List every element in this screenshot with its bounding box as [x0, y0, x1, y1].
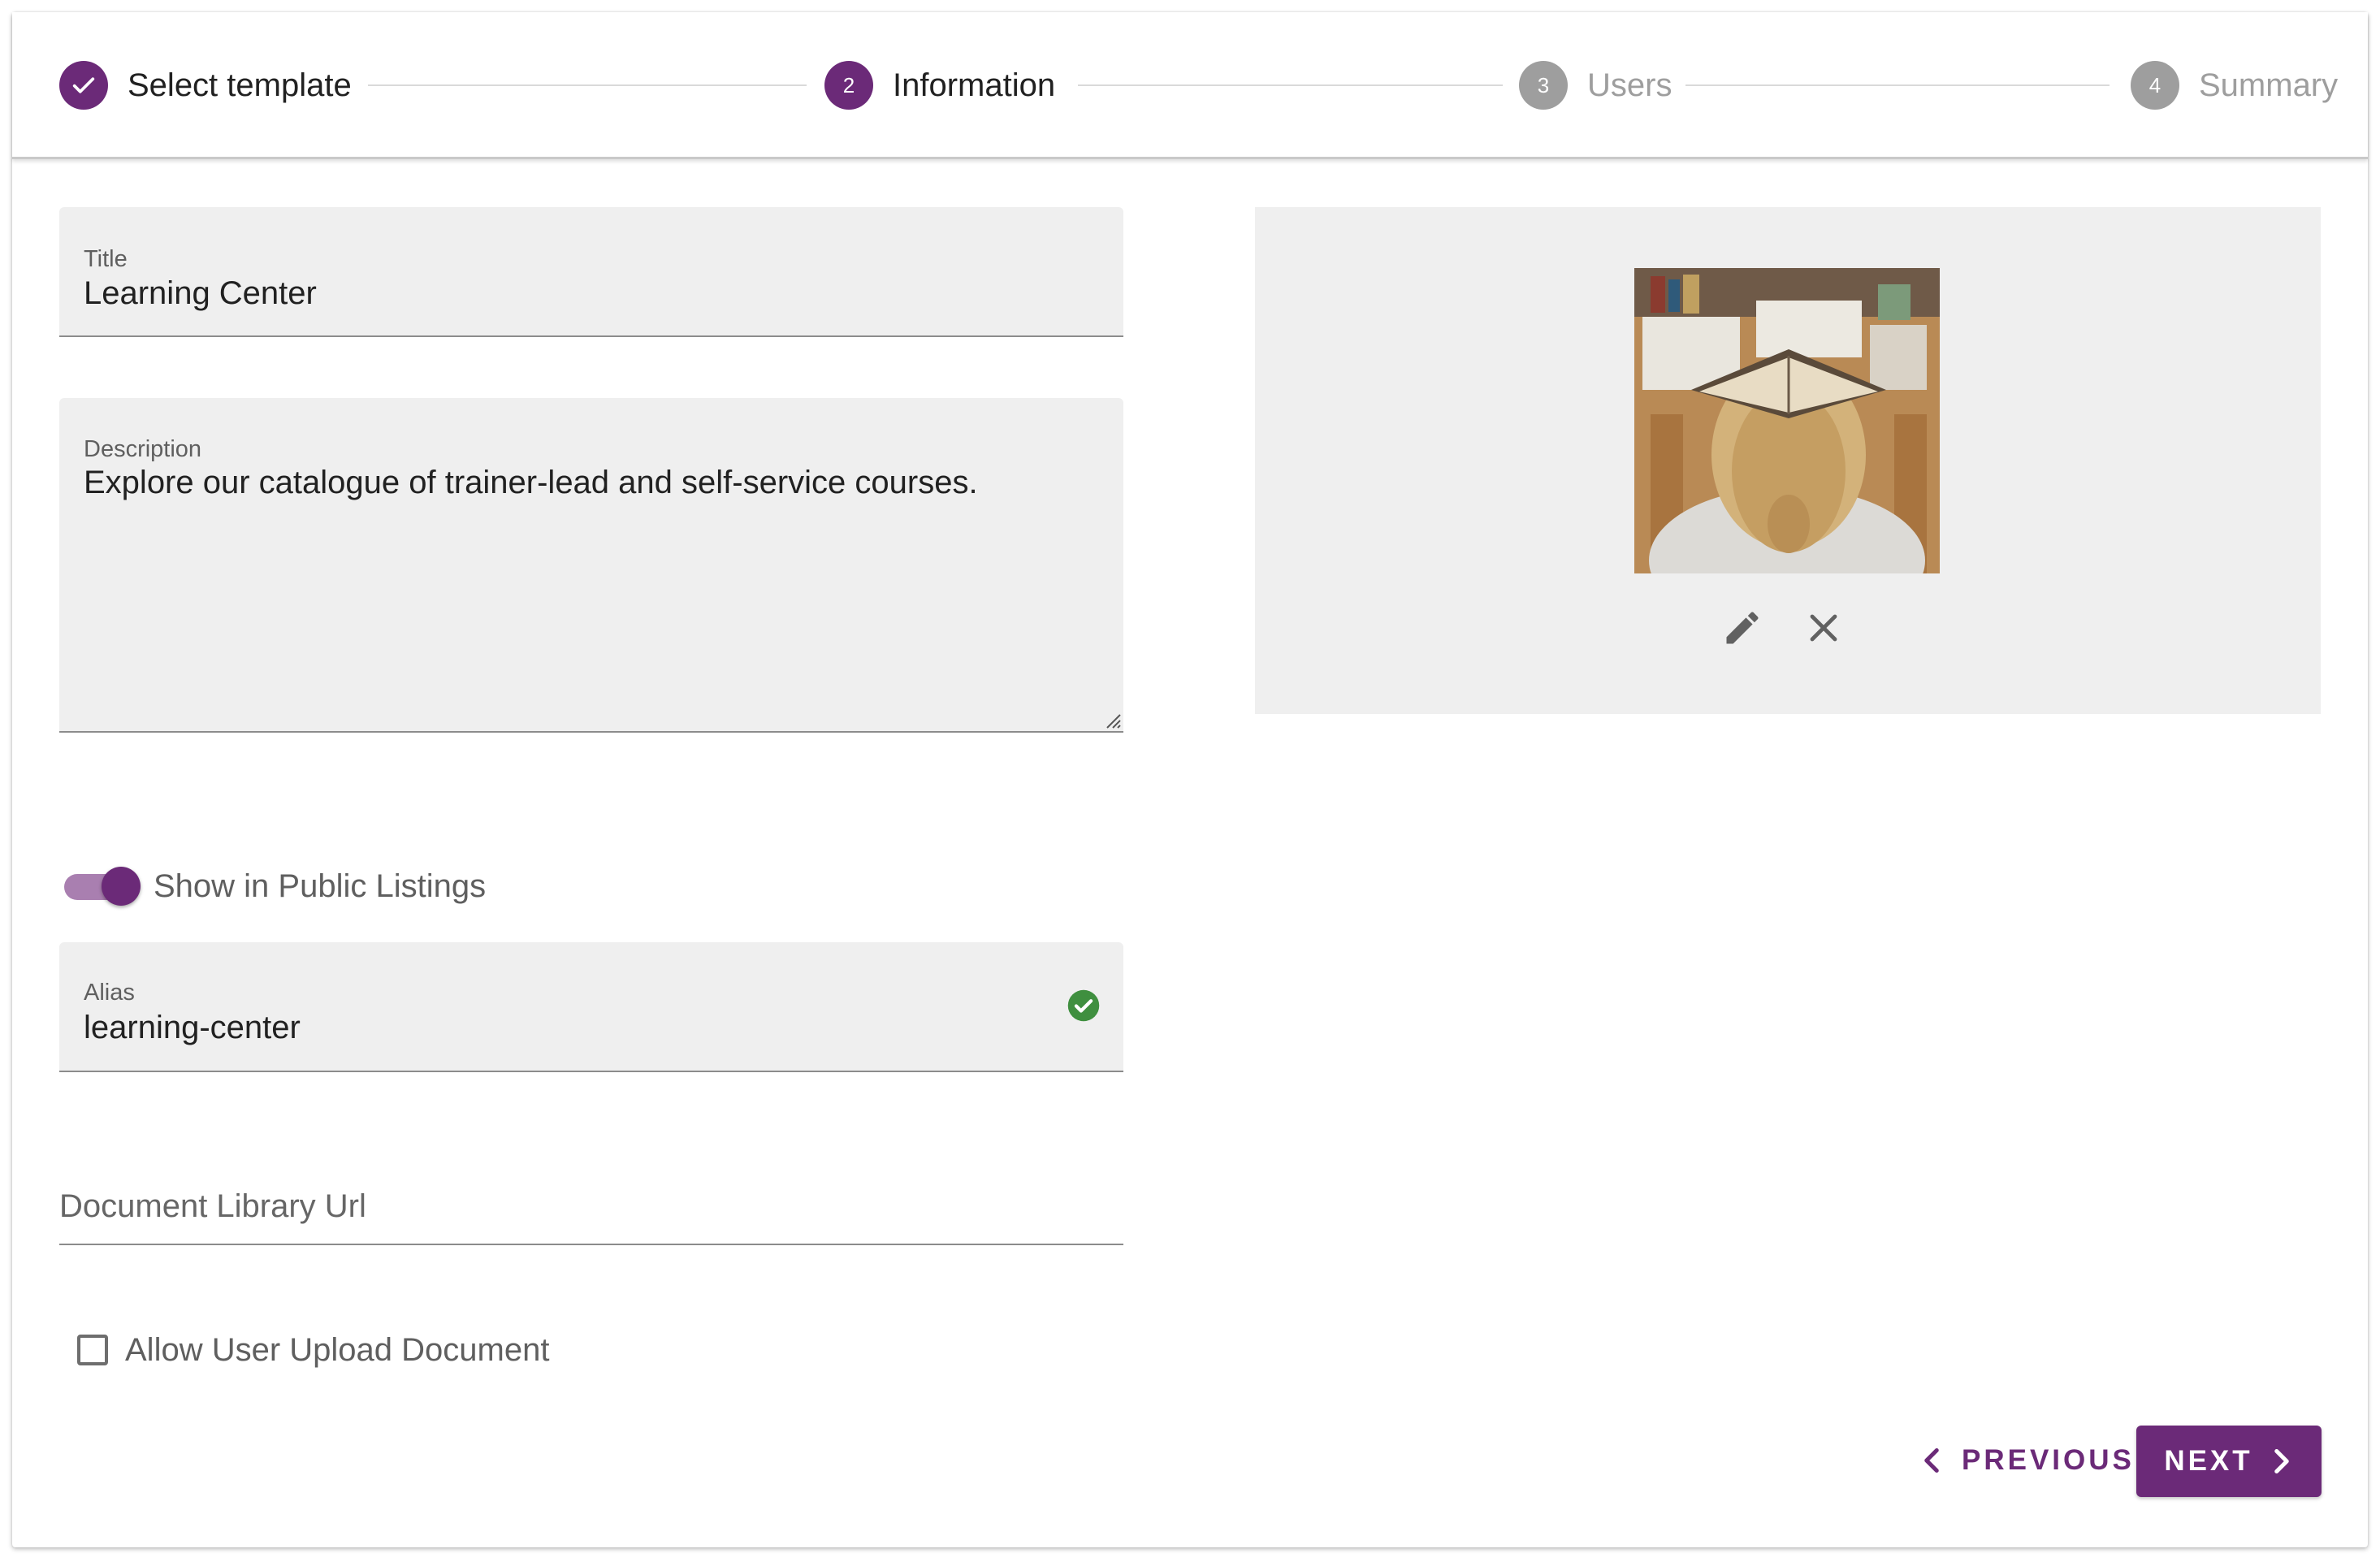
cover-image [1634, 268, 1940, 573]
next-label: NEXT [2164, 1445, 2253, 1477]
chevron-right-icon [2274, 1449, 2289, 1473]
remove-image-button[interactable] [1798, 602, 1850, 654]
description-field-label: Description [84, 436, 202, 462]
description-textarea[interactable]: Explore our catalogue of trainer-lead an… [84, 465, 978, 501]
step-connector [368, 84, 807, 86]
edit-image-button[interactable] [1716, 602, 1768, 654]
chevron-left-icon [1924, 1448, 1939, 1473]
title-input[interactable]: Learning Center [84, 275, 317, 312]
step-connector [1078, 84, 1503, 86]
step-label: Information [893, 67, 1056, 103]
step-information[interactable]: 2 Information [824, 61, 1055, 110]
step-connector [1685, 84, 2110, 86]
alias-field[interactable]: Alias learning-center [59, 942, 1123, 1072]
check-icon [59, 61, 108, 110]
public-listing-toggle[interactable] [61, 863, 145, 909]
resize-handle-icon[interactable] [1104, 712, 1122, 729]
close-icon [1810, 614, 1837, 642]
step-users[interactable]: 3 Users [1519, 61, 1672, 110]
toggle-thumb [102, 867, 141, 906]
description-field[interactable]: Description Explore our catalogue of tra… [59, 398, 1123, 733]
next-button[interactable]: NEXT [2136, 1426, 2322, 1497]
step-number-badge: 2 [824, 61, 873, 110]
step-label: Select template [128, 67, 352, 103]
previous-label: PREVIOUS [1962, 1444, 2135, 1476]
wizard-card: Select template 2 Information 3 Users 4 … [12, 12, 2368, 1547]
pencil-icon [1726, 612, 1759, 644]
title-field[interactable]: Title Learning Center [59, 207, 1123, 337]
step-number-badge: 3 [1519, 61, 1568, 110]
step-label: Summary [2199, 67, 2339, 103]
public-listing-label: Show in Public Listings [154, 868, 487, 904]
step-label: Users [1587, 67, 1672, 103]
allow-upload-label: Allow User Upload Document [125, 1332, 550, 1368]
alias-input[interactable]: learning-center [84, 1010, 301, 1046]
step-select-template[interactable]: Select template [59, 61, 352, 110]
document-library-url-field[interactable]: Document Library Url [59, 1174, 1123, 1245]
previous-button[interactable]: PREVIOUS [1905, 1426, 2149, 1495]
document-library-url-placeholder: Document Library Url [59, 1188, 366, 1224]
allow-upload-checkbox[interactable] [77, 1335, 108, 1365]
step-summary[interactable]: 4 Summary [2131, 61, 2338, 110]
title-field-label: Title [84, 246, 128, 272]
check-circle-icon [1067, 989, 1100, 1022]
alias-field-label: Alias [84, 980, 135, 1006]
step-number-badge: 4 [2131, 61, 2179, 110]
stepper: Select template 2 Information 3 Users 4 … [12, 12, 2368, 159]
image-panel [1255, 207, 2321, 714]
